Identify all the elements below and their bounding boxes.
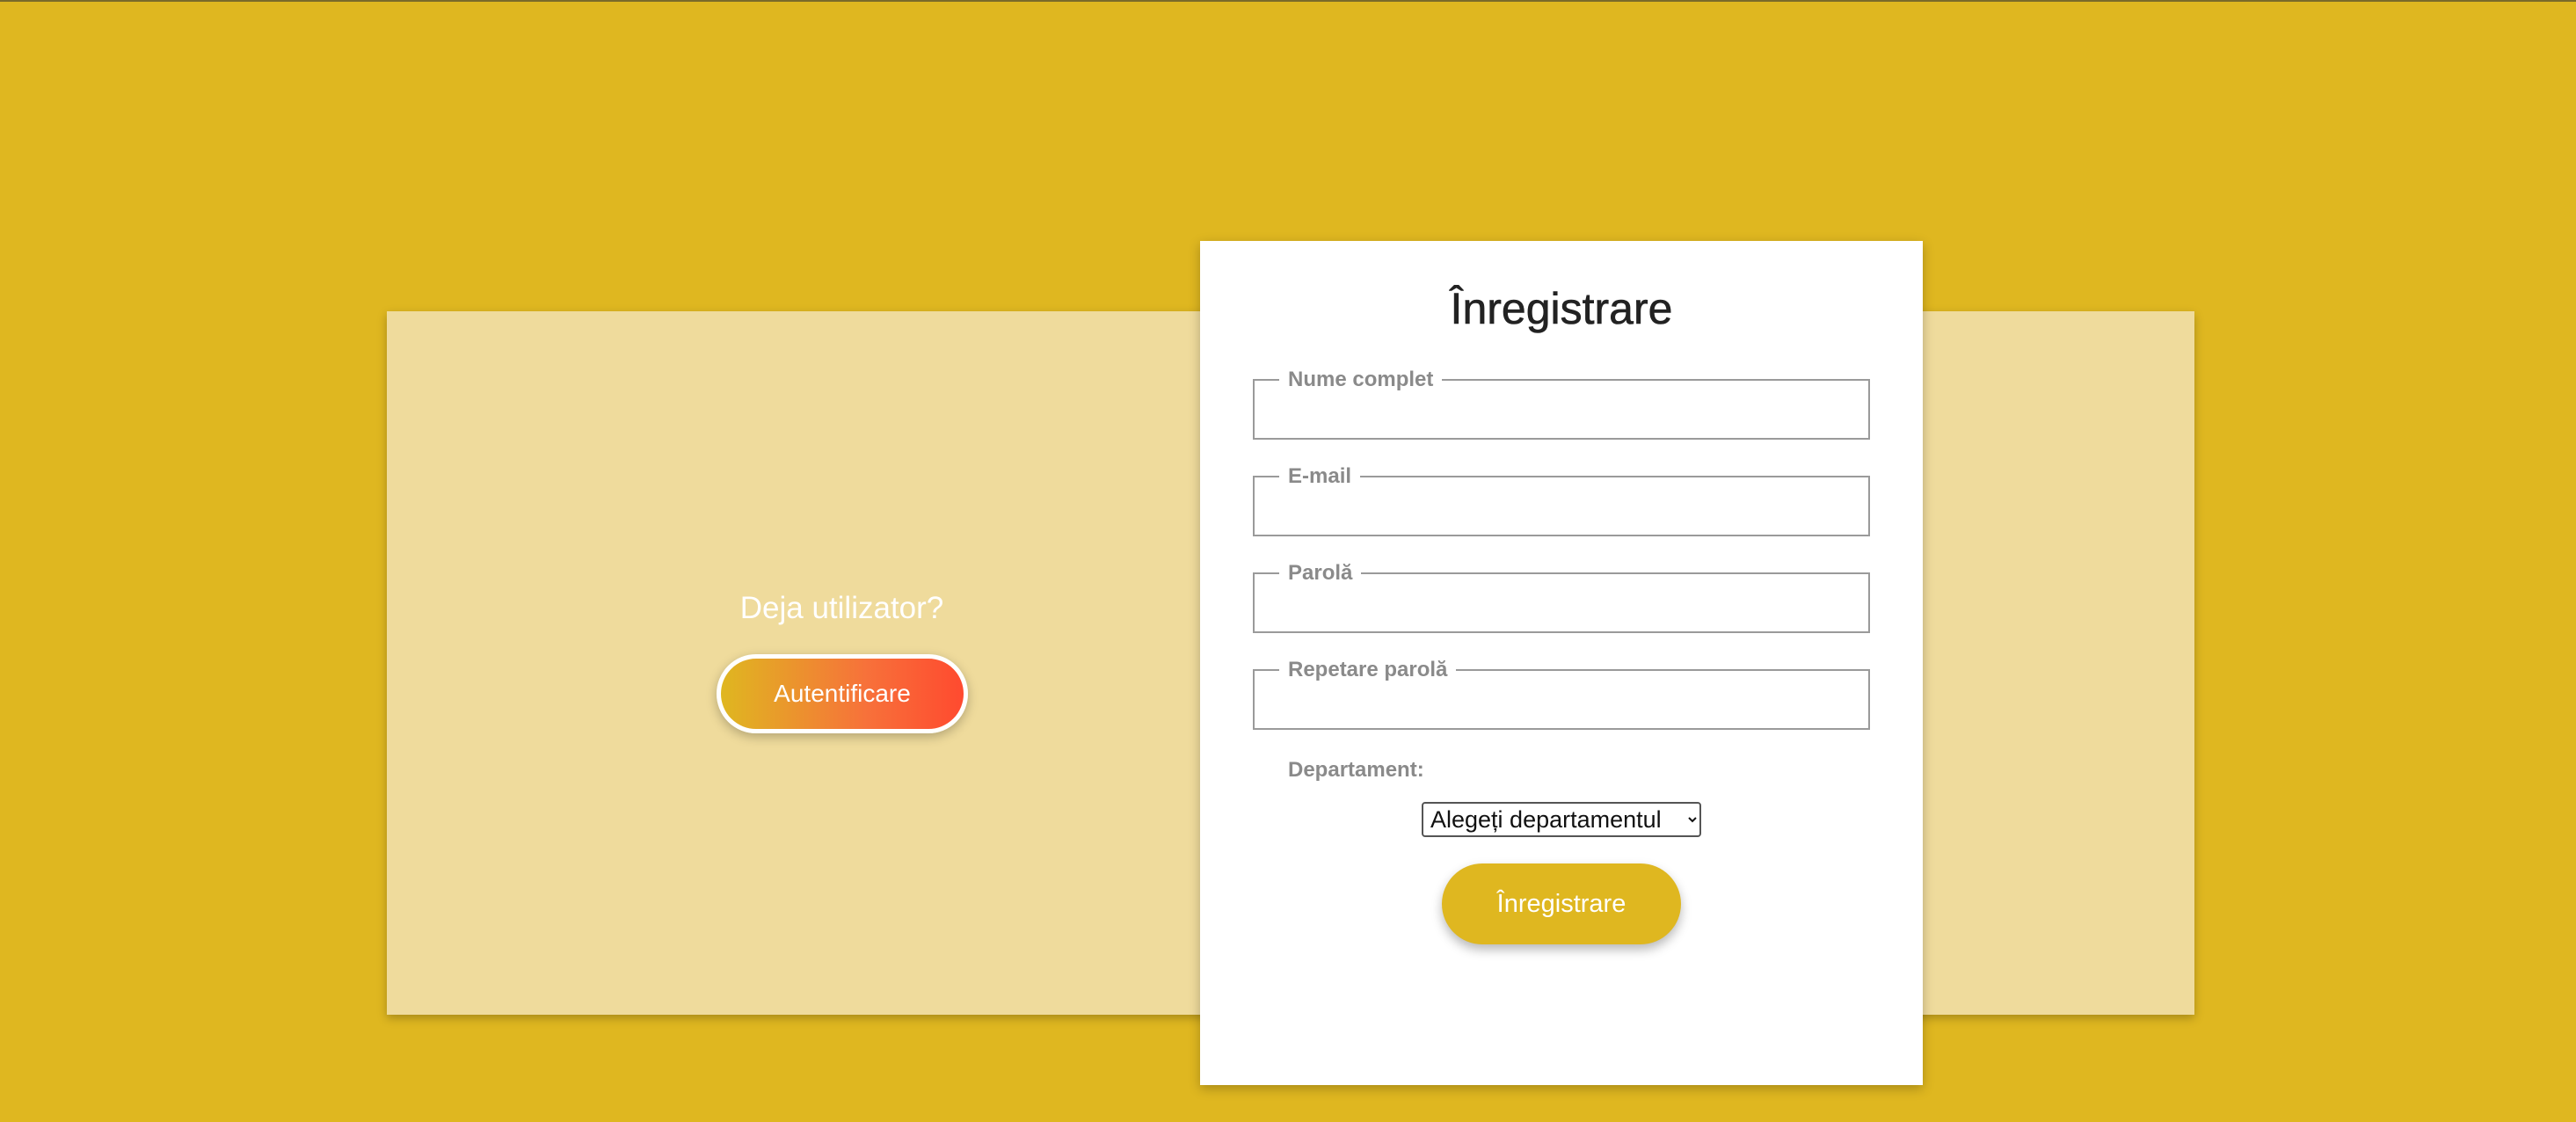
login-button[interactable]: Autentificare xyxy=(717,654,968,733)
register-title: Înregistrare xyxy=(1450,284,1673,334)
already-user-prompt: Deja utilizator? xyxy=(739,591,944,625)
email-field: E-mail xyxy=(1253,466,1870,536)
repeat-password-label: Repetare parolă xyxy=(1288,658,1448,681)
password-field: Parolă xyxy=(1253,563,1870,633)
email-label: E-mail xyxy=(1288,464,1352,488)
full-name-field: Nume complet xyxy=(1253,369,1870,440)
window-top-border xyxy=(0,0,2576,2)
register-card: Înregistrare Nume complet E-mail Parolă … xyxy=(1200,241,1923,1085)
password-input[interactable] xyxy=(1269,584,1854,622)
repeat-password-field: Repetare parolă xyxy=(1253,659,1870,730)
full-name-label: Nume complet xyxy=(1288,368,1434,391)
register-button[interactable]: Înregistrare xyxy=(1442,863,1681,944)
repeat-password-input[interactable] xyxy=(1269,681,1854,718)
password-label: Parolă xyxy=(1288,561,1353,585)
full-name-input[interactable] xyxy=(1269,390,1854,428)
email-input[interactable] xyxy=(1269,487,1854,525)
department-label: Departament: xyxy=(1288,758,1424,782)
department-select[interactable]: Alegeți departamentul xyxy=(1422,802,1701,837)
